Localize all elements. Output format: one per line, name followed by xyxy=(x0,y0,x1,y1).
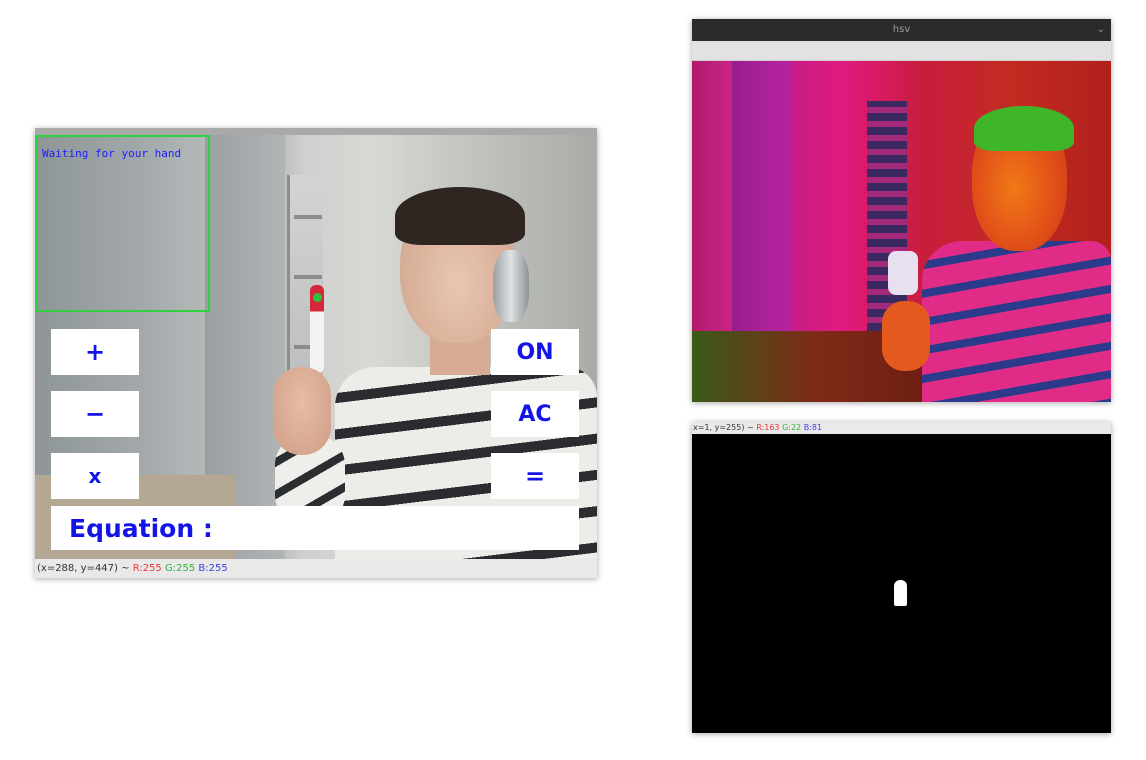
mask-red-value: R:163 xyxy=(756,423,780,432)
hsv-window-toolbar xyxy=(692,41,1111,61)
clear-button[interactable]: AC xyxy=(491,391,579,437)
window-top-strip xyxy=(35,128,597,135)
mask-status-bar: x=1, y=255) ~ R:163 G:22 B:81 xyxy=(692,422,1111,434)
detected-marker-blob xyxy=(894,580,907,606)
roi-status-text: Waiting for your hand xyxy=(42,147,182,160)
hsv-region-hand xyxy=(882,301,930,371)
hsv-region-shelf xyxy=(867,101,907,331)
calculator-window: Waiting for your hand + − x ON AC = Equa… xyxy=(35,128,597,578)
hsv-window-title: hsv xyxy=(892,24,911,35)
headphone-earcup xyxy=(493,250,529,322)
hsv-window-titlebar[interactable]: hsv xyxy=(692,19,1111,41)
multiply-button[interactable]: x xyxy=(51,453,139,499)
equation-label: Equation : xyxy=(69,513,213,543)
hsv-region-torso xyxy=(922,241,1111,402)
cursor-coordinates: (x=288, y=447) ~ xyxy=(37,563,130,574)
tracking-point xyxy=(313,293,322,302)
hand-detection-region: Waiting for your hand xyxy=(35,135,210,312)
camera-feed: Waiting for your hand + − x ON AC = Equa… xyxy=(35,135,597,559)
chevron-down-icon[interactable]: ⌄ xyxy=(1097,19,1105,41)
mask-window: x=1, y=255) ~ R:163 G:22 B:81 xyxy=(692,422,1111,733)
hsv-image xyxy=(692,61,1111,402)
minus-button[interactable]: − xyxy=(51,391,139,437)
hsv-region-wall xyxy=(732,61,792,361)
equation-display: Equation : xyxy=(51,506,579,550)
on-button[interactable]: ON xyxy=(491,329,579,375)
mask-cursor-coordinates: x=1, y=255) ~ xyxy=(693,423,754,432)
person-hair xyxy=(395,187,525,245)
hsv-region-hair xyxy=(974,106,1074,151)
pixel-status-bar: (x=288, y=447) ~ R:255 G:255 B:255 xyxy=(35,559,597,578)
hsv-region-marker xyxy=(888,251,918,295)
person-hand xyxy=(273,367,331,455)
hsv-window: hsv ⌄ xyxy=(692,19,1111,402)
equals-button[interactable]: = xyxy=(491,453,579,499)
plus-button[interactable]: + xyxy=(51,329,139,375)
pixel-green-value: G:255 xyxy=(164,563,196,574)
mask-blue-value: B:81 xyxy=(803,423,823,432)
pixel-blue-value: B:255 xyxy=(198,563,228,574)
mask-green-value: G:22 xyxy=(782,423,802,432)
pixel-red-value: R:255 xyxy=(132,563,162,574)
